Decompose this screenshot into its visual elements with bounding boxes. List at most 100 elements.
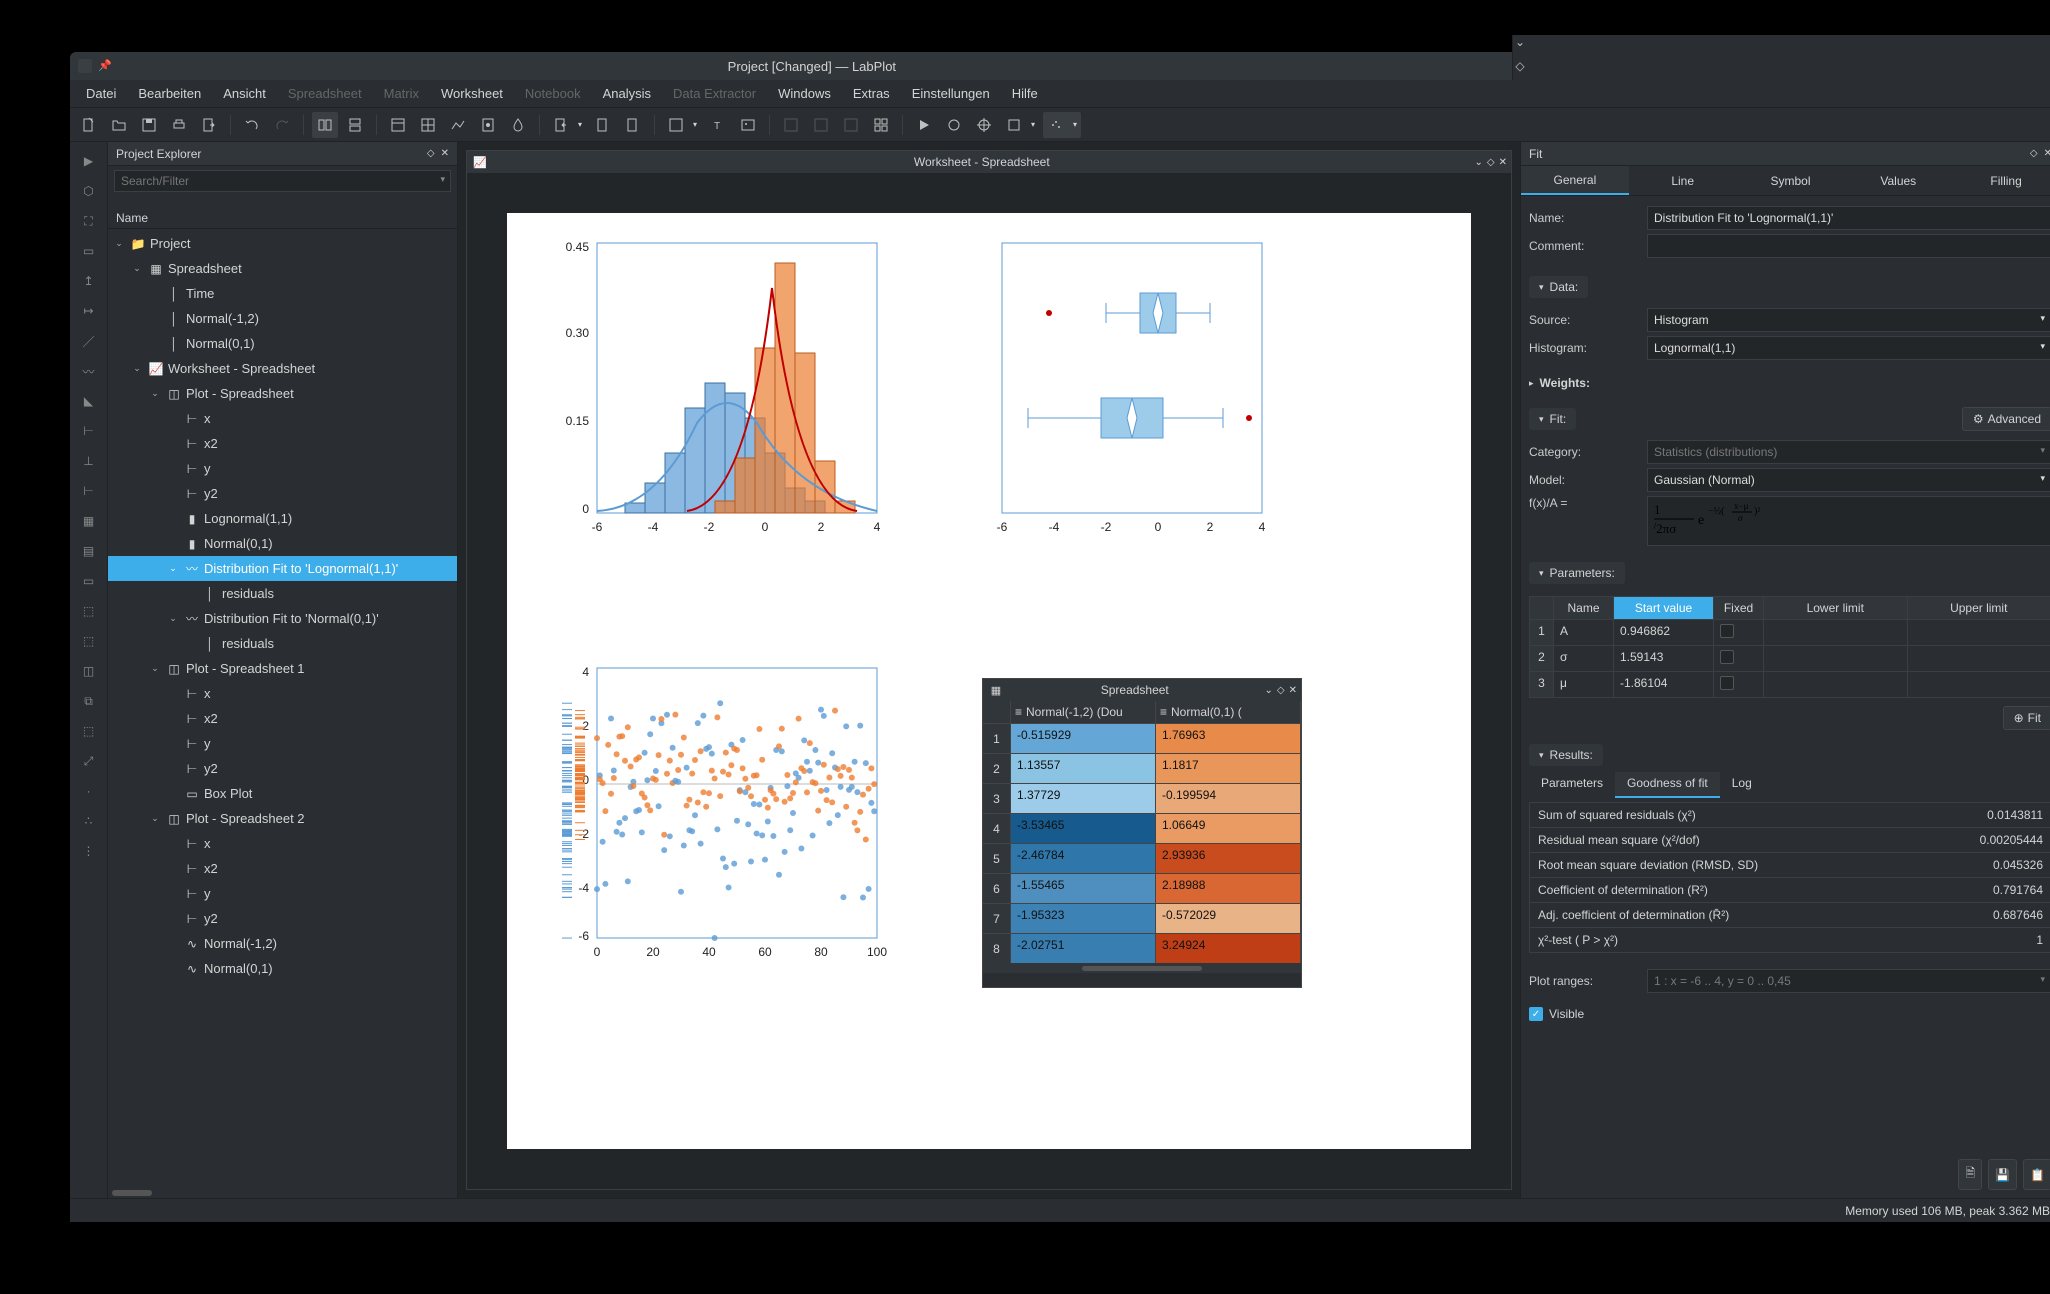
tree-item[interactable]: ⌄◫Plot - Spreadsheet: [108, 381, 457, 406]
close-props-icon[interactable]: ✕: [2044, 148, 2050, 159]
tree-item[interactable]: ⌄◫Plot - Spreadsheet 2: [108, 806, 457, 831]
cell[interactable]: -1.55465: [1011, 873, 1156, 903]
add-notebook-icon[interactable]: [475, 112, 501, 138]
tree-item[interactable]: ▮Lognormal(1,1): [108, 506, 457, 531]
menu-worksheet[interactable]: Worksheet: [431, 82, 513, 105]
spreadsheet-window[interactable]: ▦ Spreadsheet ⌄ ◇ ✕ ≡Normal(-1,2): [982, 678, 1302, 988]
fixed-checkbox[interactable]: [1720, 624, 1734, 638]
dropdown-arrow-icon[interactable]: ▾: [1069, 120, 1081, 129]
cell[interactable]: -2.02751: [1011, 933, 1156, 963]
cell[interactable]: 1.1817: [1156, 753, 1301, 783]
param-header[interactable]: Fixed: [1714, 597, 1764, 619]
param-row[interactable]: 3μ-1.86104: [1530, 671, 2050, 697]
tree-item[interactable]: ⊢x2: [108, 706, 457, 731]
row-header[interactable]: 8: [983, 933, 1011, 963]
search-input[interactable]: [114, 170, 451, 192]
table-row[interactable]: 5-2.467842.93936: [983, 843, 1301, 873]
dock-icon[interactable]: ◇: [427, 148, 435, 159]
tab-values[interactable]: Values: [1844, 166, 1952, 195]
explorer-scrollbar[interactable]: [108, 1188, 457, 1198]
tree-item[interactable]: ⊢x: [108, 681, 457, 706]
select-all-icon[interactable]: ⛶: [76, 208, 102, 234]
tree-item[interactable]: ▮Normal(0,1): [108, 531, 457, 556]
axis-x-icon[interactable]: ⊢: [76, 418, 102, 444]
minimize-button[interactable]: ⌄: [1513, 35, 1527, 49]
search-dropdown-icon[interactable]: ▾: [440, 174, 445, 185]
menu-windows[interactable]: Windows: [768, 82, 841, 105]
result-tab-0[interactable]: Parameters: [1529, 772, 1615, 798]
table-row[interactable]: 6-1.554652.18988: [983, 873, 1301, 903]
project-tree[interactable]: ⌄📁Project⌄▦Spreadsheet│Time│Normal(-1,2)…: [108, 229, 457, 1188]
import-clip-icon[interactable]: [620, 112, 646, 138]
insert-text-icon[interactable]: T: [705, 112, 731, 138]
apply-icon-button[interactable]: 🗎: [1958, 1159, 1982, 1190]
cell[interactable]: -2.46784: [1011, 843, 1156, 873]
rect-select-icon[interactable]: ▭: [76, 238, 102, 264]
marker-icon[interactable]: ◫: [76, 658, 102, 684]
dash-rect2-icon[interactable]: ⬚: [76, 628, 102, 654]
open-file-icon[interactable]: [106, 112, 132, 138]
save-icon[interactable]: [136, 112, 162, 138]
dots-icon[interactable]: ∴: [76, 808, 102, 834]
new-file-icon[interactable]: [76, 112, 102, 138]
spreadsheet-table[interactable]: ≡Normal(-1,2) (Dou ≡Normal(0,1) ( 1-0.51…: [983, 701, 1301, 987]
color-picker-icon[interactable]: [505, 112, 531, 138]
col-layout-icon[interactable]: [342, 112, 368, 138]
axis-y2-icon[interactable]: ⊢: [76, 478, 102, 504]
tree-item[interactable]: ⌄▦Spreadsheet: [108, 256, 457, 281]
param-header[interactable]: Name: [1554, 597, 1614, 619]
menu-extras[interactable]: Extras: [843, 82, 900, 105]
row-header[interactable]: 7: [983, 903, 1011, 933]
col-header-0[interactable]: Normal(-1,2) (Dou: [1026, 705, 1123, 719]
cursor-mode-icon[interactable]: [1043, 112, 1069, 138]
table-row[interactable]: 8-2.027513.24924: [983, 933, 1301, 963]
import-file-icon[interactable]: [548, 112, 574, 138]
add-matrix-icon[interactable]: [415, 112, 441, 138]
close-panel-icon[interactable]: ✕: [441, 148, 449, 159]
params-section-header[interactable]: ▾Parameters:: [1529, 562, 1625, 584]
dock-props-icon[interactable]: ◇: [2030, 148, 2038, 159]
worksheet-canvas[interactable]: 0 0.15 0.30 0.45 -6 -4 -2 0 2 4: [507, 213, 1471, 1149]
row-header[interactable]: 3: [983, 783, 1011, 813]
table-row[interactable]: 4-3.534651.06649: [983, 813, 1301, 843]
import-sql-icon[interactable]: [590, 112, 616, 138]
dash-rect-icon[interactable]: ⬚: [76, 598, 102, 624]
arrow-up-icon[interactable]: ↥: [76, 268, 102, 294]
tree-item[interactable]: ⊢y2: [108, 756, 457, 781]
maximize-subwin-icon[interactable]: ◇: [1487, 157, 1495, 168]
insert-plot-icon[interactable]: [663, 112, 689, 138]
params-table[interactable]: NameStart valueFixedLower limitUpper lim…: [1529, 596, 2050, 698]
tab-general[interactable]: General: [1521, 166, 1629, 195]
region-icon[interactable]: ⬚: [76, 718, 102, 744]
row-header[interactable]: 1: [983, 723, 1011, 753]
grid-layout-icon[interactable]: [868, 112, 894, 138]
row-header[interactable]: 5: [983, 843, 1011, 873]
tree-collapse-icon[interactable]: ⌄: [130, 263, 144, 274]
cell[interactable]: -3.53465: [1011, 813, 1156, 843]
result-tab-1[interactable]: Goodness of fit: [1615, 772, 1720, 798]
advanced-button[interactable]: ⚙Advanced: [1962, 407, 2050, 431]
chart-histogram[interactable]: 0 0.15 0.30 0.45 -6 -4 -2 0 2 4: [547, 233, 907, 553]
name-field[interactable]: [1647, 206, 2050, 230]
target-icon[interactable]: [971, 112, 997, 138]
tree-item[interactable]: │Time: [108, 281, 457, 306]
tree-item[interactable]: ⊢y2: [108, 481, 457, 506]
zoom-mode-icon[interactable]: [1001, 112, 1027, 138]
grid-icon[interactable]: ▦: [76, 508, 102, 534]
tree-item[interactable]: ⊢y: [108, 731, 457, 756]
arrow-right-icon[interactable]: ↦: [76, 298, 102, 324]
menu-hilfe[interactable]: Hilfe: [1002, 82, 1048, 105]
maximize-sheet-icon[interactable]: ◇: [1277, 685, 1285, 696]
tree-collapse-icon[interactable]: ⌄: [148, 388, 162, 399]
tree-collapse-icon[interactable]: ⌄: [166, 563, 180, 574]
pointer-tool-icon[interactable]: ▶: [76, 148, 102, 174]
table-row[interactable]: 21.135571.1817: [983, 753, 1301, 783]
add-sheet-icon[interactable]: [385, 112, 411, 138]
tree-collapse-icon[interactable]: ⌄: [166, 613, 180, 624]
crop-icon[interactable]: ⧉: [76, 688, 102, 714]
chart-boxplot[interactable]: -6 -4 -2 0 2 4: [982, 233, 1282, 553]
source-select[interactable]: Histogram▾: [1647, 308, 2050, 332]
cell[interactable]: 3.24924: [1156, 933, 1301, 963]
tree-collapse-icon[interactable]: ⌄: [148, 663, 162, 674]
menu-bearbeiten[interactable]: Bearbeiten: [128, 82, 211, 105]
